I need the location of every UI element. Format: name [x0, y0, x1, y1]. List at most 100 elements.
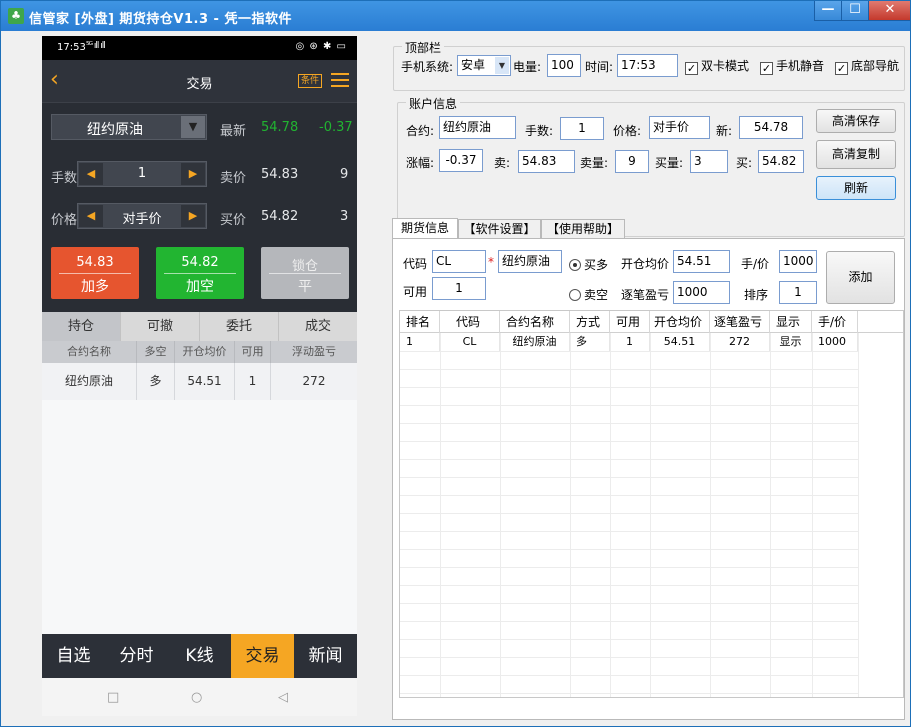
table-row[interactable]: 纽约原油 多 54.51 1 272	[42, 363, 357, 400]
avg-price-input[interactable]: 54.51	[673, 250, 730, 273]
cell-mode: 多	[570, 333, 610, 351]
positions-empty-area	[42, 400, 357, 634]
contract-label: 合约:	[406, 124, 435, 138]
os-label: 手机系统:	[401, 60, 454, 74]
latest-price: 54.78	[261, 120, 299, 135]
grid-row-line	[400, 639, 858, 640]
sell-short-label: 卖空	[584, 288, 609, 302]
home-icon[interactable]: ○	[191, 690, 202, 705]
cell-available: 1	[610, 333, 650, 351]
sell-input[interactable]: 54.83	[518, 150, 575, 173]
minimize-button[interactable]: —	[814, 1, 842, 21]
buy-label: 买:	[736, 156, 753, 170]
grid-row-line	[400, 441, 858, 442]
bottom-nav-label: 底部导航	[851, 59, 900, 73]
status-icons: ◎ ⊛ ✱ ▭	[295, 41, 347, 52]
silent-checkbox[interactable]: ✓ 手机静音	[760, 57, 824, 75]
nav-kline[interactable]: K线	[168, 634, 231, 678]
battery-label: 电量:	[513, 60, 542, 74]
col-available: 可用	[610, 311, 650, 333]
hd-copy-button[interactable]: 高清复制	[816, 140, 896, 169]
lock-label: 锁仓	[291, 259, 318, 274]
hd-save-button[interactable]: 高清保存	[816, 109, 896, 133]
nav-watchlist[interactable]: 自选	[42, 634, 105, 678]
new-price-input[interactable]: 54.78	[739, 116, 803, 139]
grid-row-line	[400, 387, 858, 388]
grid-col-line	[812, 333, 813, 697]
window-title: 信管家 [外盘] 期货持仓V1.3 - 凭一指软件	[29, 12, 292, 27]
sell-short-radio[interactable]: 卖空	[569, 286, 608, 303]
add-button[interactable]: 添加	[826, 251, 895, 304]
maximize-button[interactable]: ☐	[841, 1, 869, 21]
recent-apps-icon[interactable]: □	[107, 690, 119, 705]
qty-stepper[interactable]: ◀ 1 ▶	[77, 161, 207, 187]
grid-col-line	[500, 333, 501, 697]
qty-input[interactable]: 1	[560, 117, 604, 140]
dual-sim-checkbox[interactable]: ✓ 双卡模式	[685, 57, 749, 75]
tab-help[interactable]: 【使用帮助】	[541, 219, 625, 239]
grid-row-line	[400, 657, 858, 658]
long-label: 加多	[81, 279, 109, 295]
price-stepper[interactable]: ◀ 对手价 ▶	[77, 203, 207, 229]
cell-avg-price: 54.51	[650, 333, 710, 351]
contract-input[interactable]: 纽约原油	[439, 116, 516, 139]
sell-qty-input[interactable]: 9	[615, 150, 649, 173]
cell-code: CL	[440, 333, 500, 351]
contract-select[interactable]: 纽约原油 ▼	[51, 114, 207, 140]
pnl-input[interactable]: 1000	[673, 281, 730, 304]
grid-row-line	[400, 369, 858, 370]
nav-trade[interactable]: 交易	[231, 634, 294, 678]
cell-avg-price: 54.51	[175, 363, 235, 400]
col-rank: 排名	[400, 311, 440, 333]
tab-positions[interactable]: 持仓	[42, 312, 121, 341]
increment-icon[interactable]: ▶	[181, 205, 205, 227]
increment-icon[interactable]: ▶	[181, 163, 205, 185]
contract-name-input[interactable]: 纽约原油	[498, 250, 562, 273]
tab-trades[interactable]: 成交	[279, 312, 357, 341]
buy-price: 54.82	[261, 209, 299, 224]
lock-button[interactable]: 锁仓 平	[261, 247, 349, 299]
dual-sim-label: 双卡模式	[701, 59, 750, 73]
required-mark: *	[488, 255, 494, 269]
app-logo-icon: ♣	[8, 8, 24, 24]
grid-row-line	[400, 567, 858, 568]
tab-cancelable[interactable]: 可撤	[121, 312, 200, 341]
close-button[interactable]: ✕	[868, 1, 910, 21]
tab-orders[interactable]: 委托	[200, 312, 279, 341]
nav-timeshare[interactable]: 分时	[105, 634, 168, 678]
back-icon[interactable]: ◁	[278, 690, 288, 705]
col-avg-price: 开仓均价	[175, 341, 235, 363]
refresh-button[interactable]: 刷新	[816, 176, 896, 200]
code-input[interactable]: CL	[432, 250, 486, 273]
unit-input[interactable]: 1000	[779, 250, 817, 273]
open-long-button[interactable]: 54.83 加多	[51, 247, 139, 299]
cell-direction: 多	[137, 363, 175, 400]
nav-news[interactable]: 新闻	[294, 634, 357, 678]
buy-qty-input[interactable]: 3	[690, 150, 728, 173]
chevron-down-icon[interactable]: ▼	[495, 57, 509, 74]
price-input[interactable]: 对手价	[649, 116, 710, 139]
cell-display: 显示	[770, 333, 812, 351]
battery-input[interactable]: 100	[547, 54, 581, 77]
grid-row-line	[400, 513, 858, 514]
bottom-nav-checkbox[interactable]: ✓ 底部导航	[835, 57, 899, 75]
phone-preview: 17:53 ⁵ᴳ ıll ıll ◎ ⊛ ✱ ▭ ‹ 交易 条件 纽约原油 ▼ …	[42, 36, 357, 716]
open-short-button[interactable]: 54.82 加空	[156, 247, 244, 299]
change-input[interactable]: -0.37	[439, 149, 483, 172]
time-input[interactable]: 17:53	[617, 54, 678, 77]
sort-input[interactable]: 1	[779, 281, 817, 304]
cell-contract: 纽约原油	[42, 363, 137, 400]
available-input[interactable]: 1	[432, 277, 486, 300]
tab-software-settings[interactable]: 【软件设置】	[458, 219, 541, 239]
os-select[interactable]: 安卓 ▼	[457, 55, 511, 76]
buy-input[interactable]: 54.82	[758, 150, 804, 173]
buy-long-radio[interactable]: 买多	[569, 256, 608, 273]
menu-icon[interactable]	[331, 73, 349, 87]
grid-col-line	[440, 333, 441, 697]
latest-label: 最新	[220, 124, 247, 139]
chevron-down-icon[interactable]: ▼	[181, 116, 205, 138]
col-contract-name: 合约名称	[500, 311, 570, 333]
col-mode: 方式	[570, 311, 610, 333]
condition-badge[interactable]: 条件	[298, 74, 323, 88]
tab-futures-info[interactable]: 期货信息	[392, 218, 458, 239]
